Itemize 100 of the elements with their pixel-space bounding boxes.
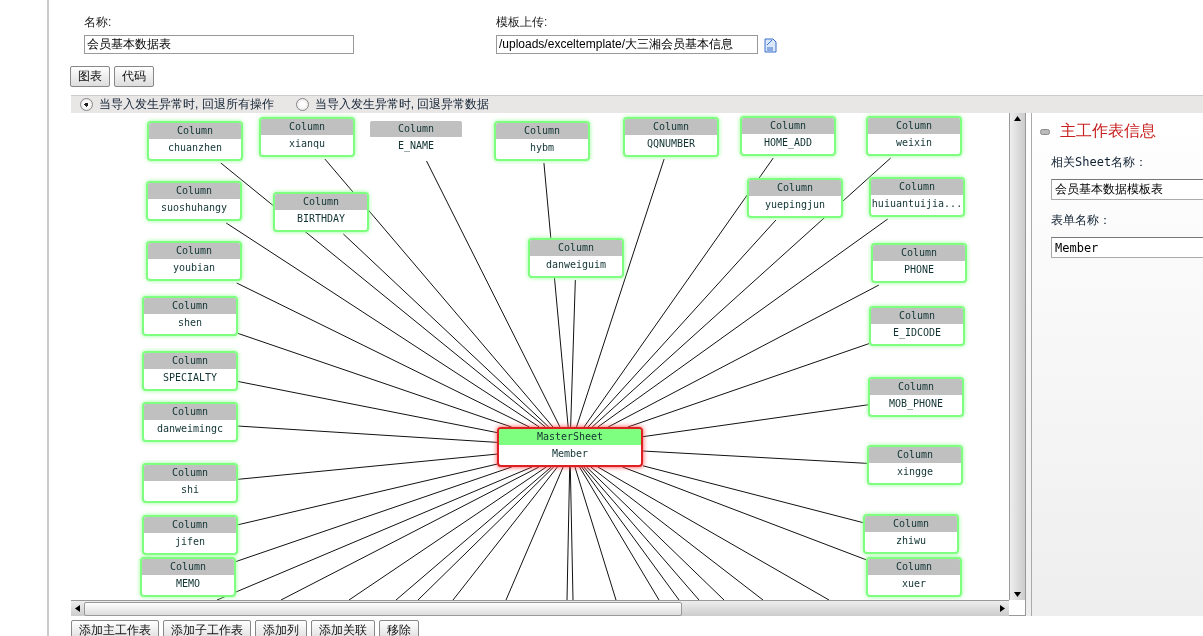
- column-node[interactable]: Column xuer: [866, 557, 962, 597]
- node-header: Column: [530, 240, 622, 256]
- column-node[interactable]: Column BIRTHDAY: [273, 192, 369, 232]
- column-node[interactable]: Column huiuantuijia...: [869, 177, 965, 217]
- scroll-arrow-icon[interactable]: [1014, 116, 1021, 121]
- name-field[interactable]: 会员基本数据表: [84, 35, 354, 54]
- master-node[interactable]: MasterSheet Member: [497, 427, 643, 467]
- node-header: Column: [865, 516, 957, 532]
- column-node[interactable]: Column hybm: [494, 121, 590, 161]
- node-name: suoshuhangy: [159, 201, 229, 215]
- node-name: danweiguim: [544, 258, 608, 272]
- action-button[interactable]: 添加列: [255, 620, 307, 636]
- field-label: 表单名称：: [1051, 212, 1112, 229]
- column-node[interactable]: Column E_IDCODE: [869, 306, 965, 346]
- node-name: weixin: [894, 136, 934, 150]
- column-node[interactable]: Column shi: [142, 463, 238, 503]
- document-icon[interactable]: [763, 36, 777, 53]
- column-node[interactable]: Column PHONE: [871, 243, 967, 283]
- node-header: Column: [142, 559, 234, 575]
- node-name: xingge: [895, 465, 935, 479]
- node-header: Column: [275, 194, 367, 210]
- node-header: Column: [742, 118, 834, 134]
- node-name: Member: [550, 447, 590, 461]
- node-header: Column: [871, 179, 963, 195]
- node-header: Column: [144, 517, 236, 533]
- column-node[interactable]: Column SPECIALTY: [142, 351, 238, 391]
- text-field[interactable]: Member: [1051, 237, 1203, 258]
- node-header: Column: [868, 559, 960, 575]
- node-header: Column: [868, 118, 960, 134]
- column-node[interactable]: Column MOB_PHONE: [868, 377, 964, 417]
- node-header: Column: [149, 123, 241, 139]
- vertical-scrollbar[interactable]: [1009, 113, 1025, 600]
- column-node[interactable]: Column MEMO: [140, 557, 236, 597]
- node-name: huiuantuijia...: [871, 197, 963, 211]
- node-header: Column: [370, 121, 462, 137]
- node-name: QQNUMBER: [645, 137, 697, 151]
- column-node[interactable]: Column weixin: [866, 116, 962, 156]
- node-name: BIRTHDAY: [295, 212, 347, 226]
- text-field[interactable]: 会员基本数据模板表: [1051, 179, 1203, 200]
- column-node[interactable]: Column danweimingc: [142, 402, 238, 442]
- column-node[interactable]: Column xingge: [867, 445, 963, 485]
- node-header: Column: [144, 465, 236, 481]
- node-header: Column: [873, 245, 965, 261]
- node-name: xuer: [900, 577, 928, 591]
- node-header: Column: [144, 404, 236, 420]
- node-header: Column: [749, 180, 841, 196]
- horizontal-scrollbar[interactable]: [71, 600, 1009, 616]
- view-button[interactable]: 代码: [114, 66, 154, 87]
- column-node[interactable]: Column suoshuhangy: [146, 181, 242, 221]
- column-node[interactable]: Column shen: [142, 296, 238, 336]
- action-button[interactable]: 添加关联: [311, 620, 375, 636]
- column-node[interactable]: Column youbian: [146, 241, 242, 281]
- column-node[interactable]: Column QQNUMBER: [623, 117, 719, 157]
- node-name: E_NAME: [396, 139, 436, 153]
- radio-label: 当导入发生异常时, 回退所有操作: [99, 96, 274, 113]
- node-header: Column: [869, 447, 961, 463]
- column-node[interactable]: Column yuepingjun: [747, 178, 843, 218]
- node-header: Column: [870, 379, 962, 395]
- scroll-arrow-icon[interactable]: [75, 605, 80, 612]
- action-button[interactable]: 移除: [379, 620, 419, 636]
- node-name: danweimingc: [155, 422, 225, 436]
- node-name: SPECIALTY: [161, 371, 219, 385]
- column-node[interactable]: Column chuanzhen: [147, 121, 243, 161]
- node-header: Column: [144, 353, 236, 369]
- view-button[interactable]: 图表: [70, 66, 110, 87]
- radio-label: 当导入发生异常时, 回退异常数据: [314, 96, 490, 113]
- node-header: Column: [625, 119, 717, 135]
- action-button[interactable]: 添加子工作表: [163, 620, 251, 636]
- column-node[interactable]: Column E_NAME: [368, 119, 464, 155]
- column-node[interactable]: Column danweiguim: [528, 238, 624, 278]
- node-name: jifen: [173, 535, 207, 549]
- node-header: Column: [496, 123, 588, 139]
- column-node[interactable]: Column jifen: [142, 515, 238, 555]
- action-button[interactable]: 添加主工作表: [71, 620, 159, 636]
- radio-button[interactable]: [80, 98, 93, 111]
- node-header: MasterSheet: [499, 429, 641, 445]
- name-label: 名称:: [84, 14, 113, 31]
- node-name: E_IDCODE: [891, 326, 943, 341]
- column-node[interactable]: Column xianqu: [259, 117, 355, 157]
- scroll-arrow-icon[interactable]: [1014, 592, 1021, 597]
- node-name: zhiwu: [894, 534, 928, 548]
- upload-label: 模板上传:: [496, 14, 549, 31]
- panel-title: 主工作表信息: [1060, 121, 1156, 142]
- node-header: Column: [148, 243, 240, 259]
- node-name: shi: [179, 483, 201, 497]
- node-name: shen: [176, 316, 204, 330]
- node-header: Column: [261, 119, 353, 135]
- column-node[interactable]: Column HOME_ADD: [740, 116, 836, 156]
- node-name: hybm: [528, 141, 556, 155]
- radio-button[interactable]: [295, 98, 309, 111]
- collapse-icon[interactable]: [1040, 128, 1050, 135]
- field-label: 相关Sheet名称：: [1051, 154, 1149, 171]
- column-node[interactable]: Column zhiwu: [863, 514, 959, 554]
- node-header: Column: [144, 298, 236, 314]
- node-name: MEMO: [174, 577, 202, 591]
- node-name: HOME_ADD: [762, 136, 814, 151]
- node-name: PHONE: [902, 263, 936, 277]
- node-name: xianqu: [287, 137, 327, 151]
- scroll-arrow-icon[interactable]: [1000, 605, 1005, 612]
- upload-field[interactable]: /uploads/exceltemplate/大三湘会员基本信息: [496, 35, 758, 54]
